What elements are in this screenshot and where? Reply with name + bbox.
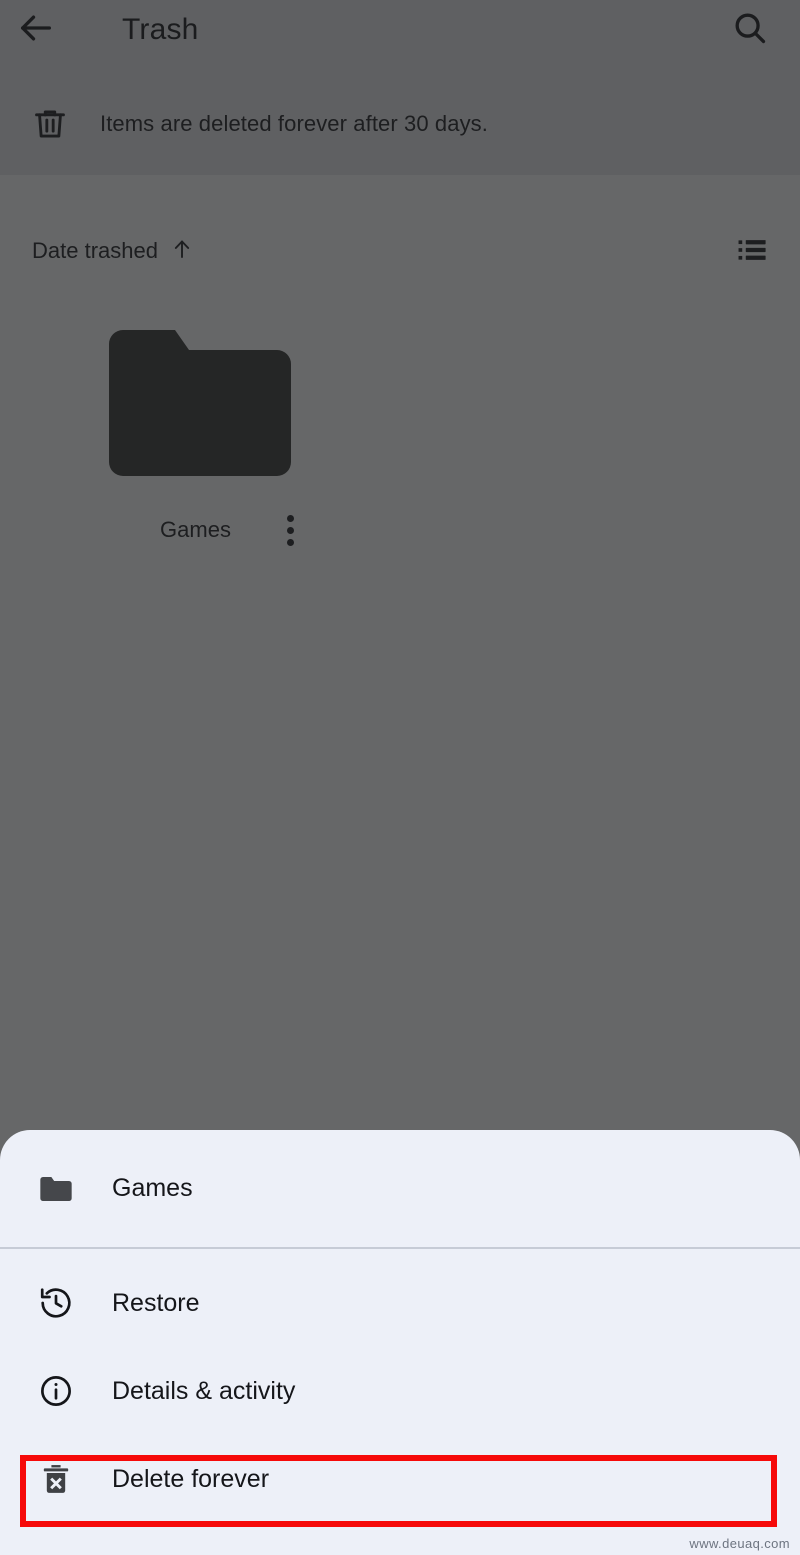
menu-item-label: Restore — [112, 1288, 200, 1317]
sheet-menu: Restore Details & activity Delete foreve… — [0, 1249, 800, 1523]
sort-and-view-bar: Date trashed — [0, 222, 800, 280]
grid-item[interactable]: Games — [95, 330, 310, 550]
search-button[interactable] — [722, 2, 778, 58]
page-title: Trash — [122, 13, 199, 46]
retention-banner: Items are deleted forever after 30 days. — [0, 95, 800, 153]
menu-item-details-activity[interactable]: Details & activity — [0, 1347, 800, 1435]
menu-item-label: Details & activity — [112, 1376, 296, 1405]
menu-item-delete-forever[interactable]: Delete forever — [0, 1435, 800, 1523]
delete-forever-icon — [0, 1460, 112, 1498]
sort-label: Date trashed — [32, 238, 158, 263]
trash-icon — [0, 105, 100, 143]
menu-item-restore[interactable]: Restore — [0, 1259, 800, 1347]
folder-icon — [0, 1169, 112, 1209]
grid-item-caption: Games — [95, 510, 310, 550]
grid-item-label: Games — [160, 517, 231, 542]
arrow-left-icon — [16, 8, 56, 53]
context-bottom-sheet: Games Restore Details & activity Delete … — [0, 1130, 800, 1555]
kebab-dot — [286, 514, 294, 522]
more-vertical-icon[interactable] — [270, 510, 310, 550]
kebab-dot — [286, 538, 294, 546]
sort-button[interactable]: Date trashed — [32, 237, 194, 266]
app-bar: Trash — [0, 0, 800, 60]
watermark: www.deuaq.com — [689, 1536, 790, 1551]
kebab-dot — [286, 526, 294, 534]
sheet-header-title: Games — [112, 1174, 193, 1202]
view-toggle-button[interactable] — [728, 230, 776, 274]
back-button[interactable] — [0, 0, 72, 60]
arrow-up-icon — [170, 237, 194, 266]
app-header-region: Trash Items are deleted forever after 30… — [0, 0, 800, 175]
info-circle-icon — [0, 1372, 112, 1410]
folder-icon[interactable] — [109, 330, 291, 476]
phone-screenshot: Trash Items are deleted forever after 30… — [0, 0, 800, 1555]
history-restore-icon — [0, 1284, 112, 1322]
search-icon — [731, 9, 769, 52]
sheet-header: Games — [0, 1130, 800, 1247]
menu-item-label: Delete forever — [112, 1464, 270, 1493]
retention-banner-text: Items are deleted forever after 30 days. — [100, 111, 488, 136]
list-view-icon — [735, 233, 769, 272]
